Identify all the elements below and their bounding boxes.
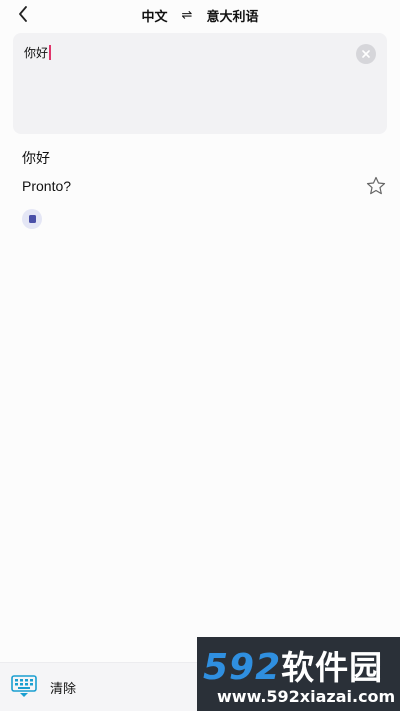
keyboard-button[interactable] bbox=[11, 675, 37, 699]
swap-icon[interactable]: ⇌ bbox=[182, 8, 193, 23]
watermark-brand: 592软件园 bbox=[203, 641, 383, 689]
star-icon bbox=[366, 176, 386, 195]
target-language[interactable]: 意大利语 bbox=[206, 6, 258, 25]
watermark-url: www.592xiazai.com bbox=[217, 687, 396, 706]
site-watermark: 592软件园 www.592xiazai.com bbox=[197, 637, 400, 711]
result-source-text: 你好 bbox=[22, 151, 50, 167]
speaker-icon bbox=[28, 215, 36, 223]
keyboard-icon bbox=[11, 675, 37, 697]
clear-circle-icon bbox=[362, 50, 370, 58]
watermark-number: 592 bbox=[203, 647, 282, 688]
header-bar: 中文 ⇌ 意大利语 bbox=[0, 0, 400, 30]
text-caret bbox=[49, 45, 51, 60]
clear-input-button[interactable] bbox=[356, 44, 376, 64]
result-translation-text: Pronto? bbox=[22, 178, 72, 194]
input-card[interactable]: 你好 bbox=[13, 33, 387, 134]
input-value: 你好 bbox=[24, 46, 49, 60]
language-switcher: 中文 ⇌ 意大利语 bbox=[0, 5, 400, 25]
translation-input[interactable]: 你好 bbox=[24, 44, 51, 61]
favorite-button[interactable] bbox=[366, 176, 386, 196]
source-language[interactable]: 中文 bbox=[142, 6, 168, 25]
watermark-name: 软件园 bbox=[281, 648, 384, 687]
clear-button[interactable]: 清除 bbox=[50, 678, 76, 697]
speak-button[interactable] bbox=[22, 209, 42, 229]
